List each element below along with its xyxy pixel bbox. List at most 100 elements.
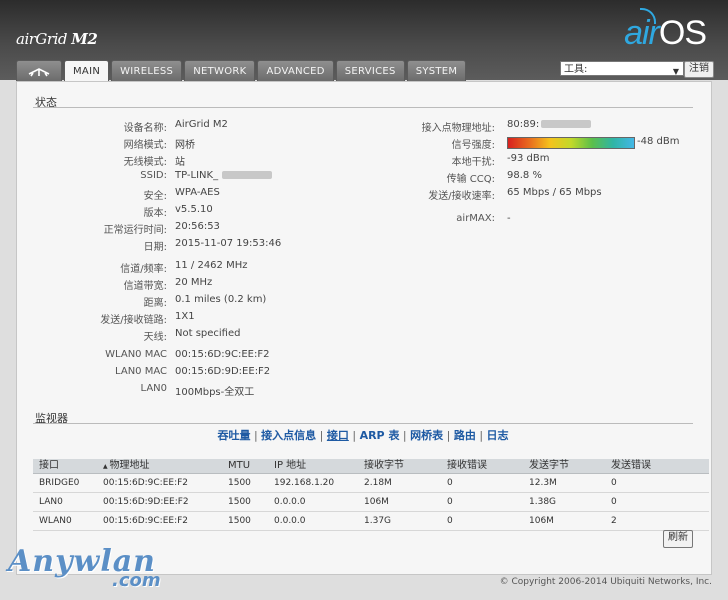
link-bridge-table[interactable]: 网桥表	[410, 429, 443, 442]
table-cell: 0	[611, 497, 617, 507]
status-label: 天线:	[143, 332, 167, 343]
tab-system[interactable]: SYSTEM	[406, 60, 467, 81]
status-value: AirGrid M2	[175, 119, 228, 130]
table-cell: 2.18M	[364, 478, 392, 488]
status-label: LAN0	[140, 383, 167, 394]
status-value-text: v5.5.10	[175, 204, 213, 215]
table-cell: 0	[447, 516, 453, 526]
status-value: 1X1	[175, 311, 195, 322]
table-row: LAN0 00:15:6D:9D:EE:F2 1500 0.0.0.0 106M 0 1.3…	[33, 493, 709, 512]
column-header[interactable]: ▲ 物理地址	[97, 459, 222, 473]
status-label: 日期:	[143, 242, 167, 253]
table-row: WLAN0 00:15:6D:9C:EE:F2 1500 0.0.0.0 1.37G 0 1…	[33, 512, 709, 531]
status-value: 00:15:6D:9C:EE:F2	[175, 349, 269, 360]
status-label: LAN0 MAC	[115, 366, 167, 377]
status-value-text: 0.1 miles (0.2 km)	[175, 294, 267, 305]
status-value-text: -48 dBm	[637, 136, 680, 147]
status-value: 0.1 miles (0.2 km)	[175, 294, 266, 305]
status-value: 80:89:	[507, 119, 592, 130]
column-header[interactable]: IP 地址	[268, 459, 358, 473]
status-label: 正常运行时间:	[103, 225, 167, 236]
status-value: 100Mbps-全双工	[175, 383, 254, 398]
link-log[interactable]: 日志	[487, 429, 509, 442]
table-cell: LAN0	[39, 497, 63, 507]
logout-button[interactable]: 注销	[684, 61, 714, 78]
table-cell: 1500	[228, 497, 251, 507]
column-header[interactable]: 发送错误	[605, 459, 709, 473]
tab-ubnt-logo[interactable]	[16, 60, 62, 81]
column-header[interactable]: 发送字节	[523, 459, 605, 473]
tab-network[interactable]: NETWORK	[184, 60, 256, 81]
table-cell: 106M	[529, 516, 554, 526]
table-cell: BRIDGE0	[39, 478, 80, 488]
monitor-divider	[33, 423, 693, 424]
table-cell: WLAN0	[39, 516, 72, 526]
table-cell: 12.3M	[529, 478, 557, 488]
status-label: SSID:	[140, 170, 167, 181]
table-cell: 2	[611, 516, 617, 526]
status-value: -93 dBm	[507, 153, 549, 164]
status-value: Not specified	[175, 328, 240, 339]
status-value: 20 MHz	[175, 277, 212, 288]
header-bar: airGrid M2 airOS MAIN WIRELESS NETWORK A…	[0, 0, 728, 82]
status-value: 00:15:6D:9D:EE:F2	[175, 366, 270, 377]
table-cell: 0	[447, 478, 453, 488]
status-label: 发送/接收链路:	[100, 315, 167, 326]
status-value: 11 / 2462 MHz	[175, 260, 247, 271]
status-value: WPA-AES	[175, 187, 220, 198]
status-label: 设备名称:	[123, 123, 167, 134]
status-label: 本地干扰:	[451, 157, 495, 168]
status-label: 无线模式:	[123, 157, 167, 168]
table-row: BRIDGE0 00:15:6D:9C:EE:F2 1500 192.168.1.20…	[33, 474, 709, 493]
tab-services[interactable]: SERVICES	[335, 60, 405, 81]
status-value-text: 站	[175, 157, 185, 168]
link-interfaces[interactable]: 接口	[327, 429, 349, 442]
table-cell: 00:15:6D:9C:EE:F2	[103, 478, 189, 488]
tab-main[interactable]: MAIN	[64, 60, 110, 82]
column-header[interactable]: 接收字节	[358, 459, 441, 473]
tools-select[interactable]: 工具: ▼	[560, 61, 684, 76]
copyright-footer: © Copyright 2006-2014 Ubiquiti Networks,…	[499, 577, 712, 587]
table-cell: 0.0.0.0	[274, 497, 306, 507]
status-value-text: 100Mbps-全双工	[175, 387, 255, 398]
link-routes[interactable]: 路由	[454, 429, 476, 442]
status-value-text: 80:89:	[507, 119, 540, 130]
table-cell: 1.38G	[529, 497, 557, 507]
main-panel: 状态 设备名称: AirGrid M2 网络模式: 网桥 无线模式: 站 SSID: TP-L…	[16, 81, 712, 575]
table-header: 接口 ▲ 物理地址 MTU IP 地址 接收字节 接收错误 发送字节 发送错误	[33, 459, 709, 474]
status-value: 65 Mbps / 65 Mbps	[507, 187, 602, 198]
tab-wireless[interactable]: WIRELESS	[111, 60, 183, 81]
column-header-label: MTU	[228, 460, 251, 471]
interfaces-table: 接口 ▲ 物理地址 MTU IP 地址 接收字节 接收错误 发送字节 发送错误 BRIDGE0…	[33, 459, 709, 531]
table-cell: 1.37G	[364, 516, 392, 526]
status-label: 传输 CCQ:	[446, 174, 495, 185]
status-value: 站	[175, 153, 185, 168]
status-value-text: 1X1	[175, 311, 195, 322]
ubnt-logo-icon	[28, 68, 50, 77]
column-header-label: 发送字节	[529, 460, 569, 471]
table-cell: 0	[611, 478, 617, 488]
table-cell: 1500	[228, 478, 251, 488]
airgrid-brand-logo: airGrid M2	[16, 30, 98, 48]
tab-advanced[interactable]: ADVANCED	[257, 60, 334, 81]
column-header[interactable]: 接收错误	[441, 459, 523, 473]
column-header[interactable]: MTU	[222, 459, 268, 473]
link-arp-table[interactable]: ARP 表	[360, 429, 400, 442]
status-value: -48 dBm	[637, 136, 679, 147]
table-cell: 00:15:6D:9C:EE:F2	[103, 516, 189, 526]
column-header-label: 接收错误	[447, 460, 487, 471]
column-header-label: 发送错误	[611, 460, 651, 471]
link-ap-info[interactable]: 接入点信息	[261, 429, 316, 442]
status-value-text: TP-LINK_	[175, 170, 219, 181]
table-cell: 0	[447, 497, 453, 507]
column-header-label: 物理地址	[109, 460, 150, 471]
redacted-blur	[541, 120, 592, 128]
signal-strength-meter	[507, 137, 635, 149]
status-label: 版本:	[143, 208, 167, 219]
tools-select-value: 工具:	[564, 64, 588, 75]
status-value-text: -93 dBm	[507, 153, 550, 164]
column-header[interactable]: 接口	[33, 459, 97, 473]
link-throughput[interactable]: 吞吐量	[217, 429, 250, 442]
status-label: 网络模式:	[123, 140, 167, 151]
refresh-button[interactable]: 刷新	[663, 530, 693, 548]
